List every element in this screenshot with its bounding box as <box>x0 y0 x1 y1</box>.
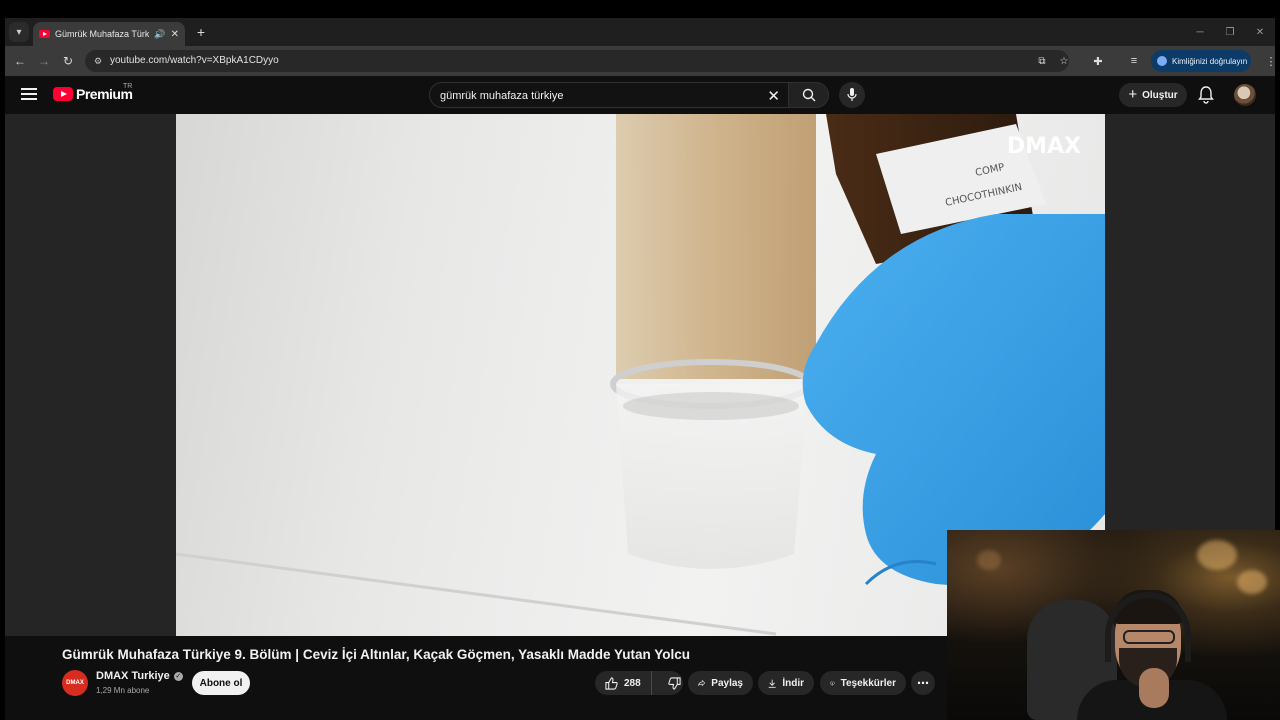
dislike-button[interactable] <box>658 671 691 695</box>
super-thanks-button[interactable]: $ Teşekkürler <box>820 671 906 695</box>
minimize-icon[interactable]: ─ <box>1185 18 1215 46</box>
more-actions-button[interactable]: ⋯ <box>911 671 935 695</box>
thumbs-down-icon <box>667 676 681 690</box>
thanks-heart-icon: $ <box>830 681 835 686</box>
account-avatar[interactable] <box>1234 84 1256 106</box>
new-tab-button[interactable]: + <box>193 24 209 40</box>
like-dislike-group: 288 <box>595 671 683 695</box>
streamer-hand <box>1139 668 1169 708</box>
search-input[interactable]: gümrük muhafaza türkiye ✕ <box>429 82 789 108</box>
tab-title: Gümrük Muhafaza Türkiye 9 <box>55 29 150 39</box>
bookmark-star-icon[interactable]: ☆ <box>1057 54 1071 68</box>
address-bar[interactable]: ⚙ youtube.com/watch?v=XBpkA1CDyyo ⧉ ☆ <box>85 50 1069 72</box>
identity-verify-button[interactable]: Kimliğinizi doğrulayın <box>1151 50 1251 72</box>
background-light <box>1237 570 1267 594</box>
browser-toolbar: ← → ↻ ⚙ youtube.com/watch?v=XBpkA1CDyyo … <box>5 46 1275 76</box>
svg-text:$: $ <box>832 683 834 685</box>
subscriber-count: 1,29 Mn abone <box>96 686 150 695</box>
download-icon <box>768 679 776 688</box>
identity-label: Kimliğinizi doğrulayın <box>1172 56 1248 66</box>
notifications-bell-icon[interactable] <box>1198 86 1214 104</box>
tab-close-icon[interactable]: ✕ <box>171 29 179 40</box>
forward-arrow-icon[interactable]: → <box>35 52 53 70</box>
youtube-premium-logo[interactable]: Premium TR <box>53 83 133 102</box>
search-button[interactable] <box>789 82 829 108</box>
extensions-icon[interactable]: ✚ <box>1090 53 1106 69</box>
url-text[interactable]: youtube.com/watch?v=XBpkA1CDyyo <box>110 55 279 66</box>
webcam-overlay <box>947 530 1280 720</box>
site-info-icon[interactable]: ⚙ <box>91 54 105 68</box>
youtube-favicon-icon <box>39 30 50 38</box>
thanks-label: Teşekkürler <box>840 677 896 689</box>
download-button[interactable]: İndir <box>758 671 814 695</box>
background-light <box>1197 540 1237 570</box>
share-arrow-icon <box>698 679 706 687</box>
window-controls: ─ ❐ ✕ <box>1185 18 1275 46</box>
tab-strip: ▾ Gümrük Muhafaza Türkiye 9 🔊 ✕ + ─ ❐ ✕ <box>5 18 1275 46</box>
background-light <box>977 550 1001 570</box>
like-button[interactable]: 288 <box>595 671 652 695</box>
restore-icon[interactable]: ❐ <box>1215 18 1245 46</box>
media-controls-icon[interactable]: ≡ <box>1126 53 1142 69</box>
video-title: Gümrük Muhafaza Türkiye 9. Bölüm | Ceviz… <box>62 647 690 662</box>
create-button[interactable]: + Oluştur <box>1119 83 1187 107</box>
microphone-icon <box>847 88 857 101</box>
search-query[interactable]: gümrük muhafaza türkiye <box>440 90 564 102</box>
voice-search-button[interactable] <box>839 82 865 108</box>
hamburger-menu-icon[interactable] <box>21 86 37 102</box>
plus-icon: + <box>1128 85 1138 103</box>
channel-name: DMAX Turkiye <box>96 670 170 682</box>
channel-name-link[interactable]: DMAX Turkiye ✓ <box>96 670 183 682</box>
like-count: 288 <box>624 677 641 689</box>
close-window-icon[interactable]: ✕ <box>1245 18 1275 46</box>
download-label: İndir <box>782 677 804 689</box>
speaker-icon[interactable]: 🔊 <box>154 29 165 40</box>
subscribe-button[interactable]: Abone ol <box>192 671 250 695</box>
browser-menu-icon[interactable]: ⋮ <box>1263 53 1276 69</box>
verified-check-icon: ✓ <box>173 671 183 681</box>
country-code: TR <box>123 83 133 90</box>
share-label: Paylaş <box>711 677 743 689</box>
share-button[interactable]: Paylaş <box>688 671 753 695</box>
clear-search-icon[interactable]: ✕ <box>767 87 780 105</box>
create-label: Oluştur <box>1142 89 1178 101</box>
youtube-masthead: Premium TR gümrük muhafaza türkiye ✕ + O… <box>5 76 1275 114</box>
reload-icon[interactable]: ↻ <box>59 52 77 70</box>
youtube-play-icon <box>53 87 73 101</box>
channel-watermark: DMAX <box>1006 134 1081 159</box>
back-arrow-icon[interactable]: ← <box>11 52 29 70</box>
search-icon <box>802 88 815 102</box>
channel-avatar[interactable]: DMAX <box>62 670 88 696</box>
browser-tab-active[interactable]: Gümrük Muhafaza Türkiye 9 🔊 ✕ <box>33 22 185 46</box>
tab-search-button[interactable]: ▾ <box>9 22 29 42</box>
profile-icon <box>1157 56 1167 66</box>
thumbs-up-icon <box>605 676 618 690</box>
install-app-icon[interactable]: ⧉ <box>1035 54 1049 68</box>
